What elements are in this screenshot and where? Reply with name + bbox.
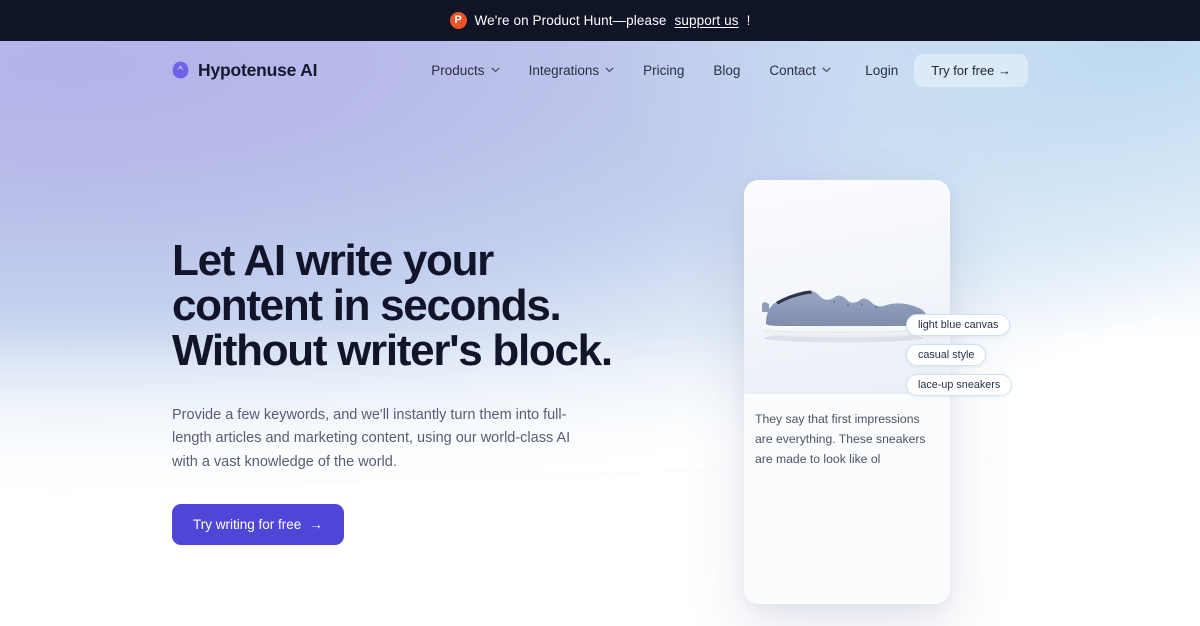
nav-item-products[interactable]: Products bbox=[431, 62, 500, 78]
main-navigation: Hypotenuse AI Products Integrations Pric… bbox=[0, 41, 1200, 99]
try-for-free-button[interactable]: Try for free → bbox=[914, 53, 1028, 87]
page-title: Let AI write your content in seconds. Wi… bbox=[172, 236, 613, 375]
chevron-down-icon bbox=[491, 67, 500, 73]
announcement-bar: P We're on Product Hunt—please support us… bbox=[0, 0, 1200, 41]
announcement-support-link[interactable]: support us bbox=[675, 13, 739, 28]
hero-subcopy: Provide a few keywords, and we'll instan… bbox=[172, 406, 571, 470]
brand-logo[interactable]: Hypotenuse AI bbox=[172, 60, 317, 81]
nav-item-label: Products bbox=[431, 62, 485, 78]
nav-links: Products Integrations Pricing Blog Conta… bbox=[431, 63, 831, 78]
hero-copy: Let AI write your content in seconds. Wi… bbox=[172, 99, 642, 546]
chevron-down-icon bbox=[822, 67, 831, 73]
generated-copy-text: They say that first impressions are ever… bbox=[755, 412, 926, 466]
nav-item-pricing[interactable]: Pricing bbox=[643, 63, 684, 78]
login-link[interactable]: Login bbox=[865, 63, 898, 78]
announcement-text: We're on Product Hunt—please bbox=[474, 13, 667, 28]
keyword-tag-list: light blue canvas casual style lace-up s… bbox=[906, 314, 1013, 396]
arrow-right-icon: → bbox=[309, 517, 323, 533]
nav-item-contact[interactable]: Contact bbox=[769, 63, 831, 78]
nav-item-label: Pricing bbox=[643, 62, 685, 78]
product-hunt-icon: P bbox=[449, 12, 467, 29]
product-demo-card: They say that first impressions are ever… bbox=[744, 180, 1013, 604]
hero-section: Hypotenuse AI Products Integrations Pric… bbox=[0, 41, 1200, 626]
keyword-tag[interactable]: casual style bbox=[906, 344, 987, 366]
announcement-text-suffix: ! bbox=[746, 13, 751, 28]
try-writing-for-free-button[interactable]: Try writing for free → bbox=[172, 504, 344, 546]
cta-label: Try writing for free bbox=[193, 517, 302, 533]
keyword-tag[interactable]: light blue canvas bbox=[906, 314, 1011, 336]
nav-item-label: Contact bbox=[769, 62, 816, 78]
nav-item-label: Integrations bbox=[528, 62, 600, 78]
nav-actions: Login Try for free → bbox=[865, 53, 1028, 87]
nav-item-integrations[interactable]: Integrations bbox=[529, 63, 615, 78]
hypotenuse-logo-icon bbox=[172, 61, 189, 79]
keyword-tag[interactable]: lace-up sneakers bbox=[906, 374, 1013, 396]
brand-name: Hypotenuse AI bbox=[198, 59, 318, 80]
hero-content: Let AI write your content in seconds. Wi… bbox=[0, 99, 1200, 546]
nav-item-blog[interactable]: Blog bbox=[713, 63, 740, 78]
chevron-down-icon bbox=[605, 67, 614, 73]
nav-item-label: Blog bbox=[713, 62, 741, 78]
